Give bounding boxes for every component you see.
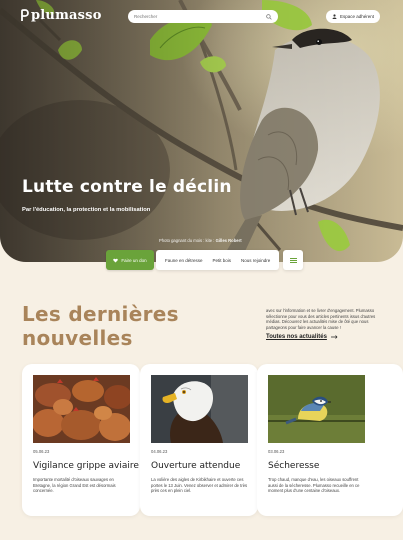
hero-banner (0, 0, 403, 262)
search-bar[interactable] (128, 10, 278, 23)
search-icon[interactable] (266, 13, 272, 20)
user-icon (332, 14, 337, 19)
eagle-photo (151, 375, 248, 443)
all-news-label: Toutes nos actualités (266, 334, 327, 340)
all-news-link[interactable]: Toutes nos actualités (266, 334, 338, 340)
card-text: Importante mortalité d'oiseaux sauvages … (33, 477, 116, 493)
hens-photo (33, 375, 130, 443)
card-title: Sécheresse (268, 461, 320, 471)
news-card[interactable]: 04.06.23 Ouverture attendue La volière d… (140, 364, 258, 516)
arrow-right-icon (330, 335, 338, 339)
account-button[interactable]: Espace adhérent (326, 10, 380, 23)
card-title: Vigilance grippe aviaire (33, 461, 139, 471)
news-heading-line2: nouvelles (22, 326, 133, 350)
heart-icon (113, 258, 119, 262)
credit-prefix: Photo gagnant du mois : kite : (159, 238, 215, 243)
card-date: 03.06.23 (268, 449, 285, 454)
news-heading: Les dernières nouvelles (22, 302, 179, 350)
tab-group: Faune en détresse Petit bois Nous rejoin… (156, 250, 280, 270)
news-card[interactable]: 05.06.23 Vigilance grippe aviaire Import… (22, 364, 140, 516)
news-description: avec sur l'information et se livrer d'en… (266, 308, 376, 330)
card-text: La volière des aigles de Kirbikhaire et … (151, 477, 248, 493)
tab-petit-bois[interactable]: Petit bois (208, 250, 237, 270)
hero-subtitle: Par l'éducation, la protection et la mob… (22, 207, 151, 213)
photo-credit: Photo gagnant du mois : kite : Gilles Ro… (159, 238, 242, 243)
hero-tab-bar: Faire un don Faune en détresse Petit boi… (106, 250, 304, 270)
tab-nous-rejoindre[interactable]: Nous rejoindre (236, 250, 275, 270)
donate-button[interactable]: Faire un don (106, 250, 154, 270)
tab-faune[interactable]: Faune en détresse (160, 250, 208, 270)
news-heading-line1: Les dernières (22, 302, 179, 326)
menu-button[interactable] (283, 250, 304, 270)
account-label: Espace adhérent (339, 14, 375, 19)
plumasso-logo[interactable]: plumasso (20, 8, 102, 23)
news-card[interactable]: 03.06.23 Sécheresse Trop chaud, manque d… (257, 364, 403, 516)
hamburger-icon (289, 257, 297, 263)
tit-photo (268, 375, 365, 443)
card-text: Trop chaud, manque d'eau, les oiseaux so… (268, 477, 360, 493)
logo-text: plumasso (31, 8, 102, 23)
search-input[interactable] (134, 14, 266, 19)
credit-author: Gilles Robert (215, 238, 242, 243)
donate-label: Faire un don (121, 257, 147, 263)
hero-title: Lutte contre le déclin (22, 177, 232, 197)
logo-p-icon (21, 9, 29, 21)
card-date: 04.06.23 (151, 449, 168, 454)
card-date: 05.06.23 (33, 449, 50, 454)
card-title: Ouverture attendue (151, 461, 241, 471)
